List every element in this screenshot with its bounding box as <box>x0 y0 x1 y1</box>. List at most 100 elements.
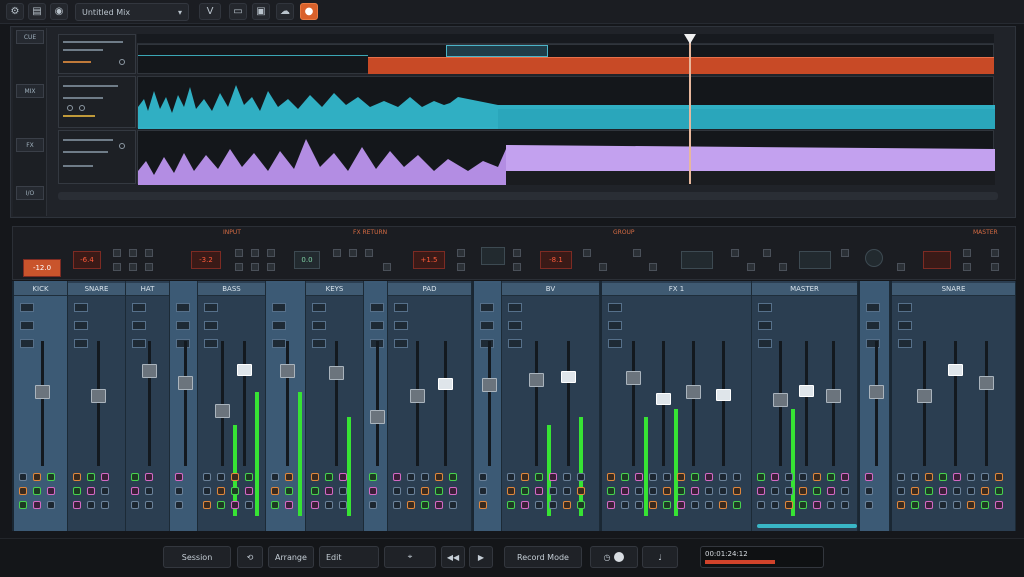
play-button[interactable]: ▶ <box>469 546 493 568</box>
channel-knob[interactable] <box>563 473 571 481</box>
channel-knob[interactable] <box>841 501 849 509</box>
channel-knob[interactable] <box>245 487 253 495</box>
channel-knob[interactable] <box>271 487 279 495</box>
fader-handle[interactable] <box>529 373 544 387</box>
fader-track[interactable] <box>954 341 957 466</box>
channel-knob[interactable] <box>47 487 55 495</box>
channel-button[interactable] <box>176 303 190 312</box>
track-lane[interactable] <box>137 44 994 74</box>
channel-button[interactable] <box>204 321 218 330</box>
channel-knob[interactable] <box>663 487 671 495</box>
channel-name[interactable]: PAD <box>388 283 471 296</box>
channel-knob[interactable] <box>19 501 27 509</box>
channel-knob[interactable] <box>911 487 919 495</box>
channel-knob[interactable] <box>87 501 95 509</box>
channel-knob[interactable] <box>479 487 487 495</box>
channel-knob[interactable] <box>691 487 699 495</box>
channel-knob[interactable] <box>521 473 529 481</box>
channel-knob[interactable] <box>925 501 933 509</box>
fader-handle[interactable] <box>869 385 884 399</box>
channel-knob[interactable] <box>73 487 81 495</box>
channel-knob[interactable] <box>145 473 153 481</box>
fader-handle[interactable] <box>329 366 344 380</box>
fader-track[interactable] <box>985 341 988 466</box>
channel-name[interactable]: KEYS <box>306 283 363 296</box>
channel-knob[interactable] <box>649 473 657 481</box>
channel-knob[interactable] <box>19 487 27 495</box>
fader-handle[interactable] <box>280 364 295 378</box>
fader-track[interactable] <box>335 341 338 466</box>
fader-track[interactable] <box>488 341 491 466</box>
fader-handle[interactable] <box>799 385 814 397</box>
channel-knob[interactable] <box>131 473 139 481</box>
channel-knob[interactable] <box>607 473 615 481</box>
channel-knob[interactable] <box>649 487 657 495</box>
channel-knob[interactable] <box>607 501 615 509</box>
channel-knob[interactable] <box>981 501 989 509</box>
fader-track[interactable] <box>923 341 926 466</box>
channel-knob[interactable] <box>621 501 629 509</box>
channel-knob[interactable] <box>733 473 741 481</box>
channel-knob[interactable] <box>435 473 443 481</box>
left-strip-button[interactable]: CUE <box>16 30 44 44</box>
knob-icon[interactable] <box>119 59 125 65</box>
channel-knob[interactable] <box>393 487 401 495</box>
channel-knob[interactable] <box>733 487 741 495</box>
channel-knob[interactable] <box>621 473 629 481</box>
fader-track[interactable] <box>632 341 635 466</box>
playhead-handle[interactable] <box>684 34 696 44</box>
channel-button[interactable] <box>608 303 622 312</box>
channel-knob[interactable] <box>449 473 457 481</box>
fader-handle[interactable] <box>948 364 963 376</box>
channel-knob[interactable] <box>339 473 347 481</box>
channel-knob[interactable] <box>995 487 1003 495</box>
record-mode-button[interactable]: Record Mode <box>504 546 582 568</box>
channel-knob[interactable] <box>231 487 239 495</box>
channel-knob[interactable] <box>865 473 873 481</box>
channel-knob[interactable] <box>535 501 543 509</box>
channel-button[interactable] <box>312 339 326 348</box>
fader-track[interactable] <box>41 341 44 466</box>
knob-icon[interactable] <box>67 105 73 111</box>
channel-button[interactable] <box>312 303 326 312</box>
arrange-button[interactable]: Arrange <box>268 546 314 568</box>
track-lane[interactable] <box>137 130 995 185</box>
channel-button[interactable] <box>898 321 912 330</box>
fader-handle[interactable] <box>686 385 701 399</box>
channel-knob[interactable] <box>339 487 347 495</box>
metronome-button[interactable]: ◷ <box>590 546 638 568</box>
channel-knob[interactable] <box>813 487 821 495</box>
channel-knob[interactable] <box>311 473 319 481</box>
channel-knob[interactable] <box>507 501 515 509</box>
channel-knob[interactable] <box>939 473 947 481</box>
channel-knob[interactable] <box>507 487 515 495</box>
channel-knob[interactable] <box>757 473 765 481</box>
tempo-button[interactable]: ♩ <box>642 546 678 568</box>
channel-knob[interactable] <box>799 501 807 509</box>
tool-button[interactable]: V <box>199 3 221 20</box>
channel-button[interactable] <box>608 339 622 348</box>
track-lane[interactable] <box>137 76 995 129</box>
track-header[interactable] <box>58 34 136 74</box>
channel-button[interactable] <box>74 303 88 312</box>
record-icon[interactable]: ◉ <box>50 3 68 20</box>
left-strip-button[interactable]: FX <box>16 138 44 152</box>
channel-knob[interactable] <box>421 501 429 509</box>
channel-knob[interactable] <box>897 487 905 495</box>
knob-icon[interactable] <box>79 105 85 111</box>
channel-knob[interactable] <box>827 473 835 481</box>
fader-track[interactable] <box>535 341 538 466</box>
channel-button[interactable] <box>132 303 146 312</box>
channel-knob[interactable] <box>705 473 713 481</box>
channel-knob[interactable] <box>621 487 629 495</box>
timecode-display[interactable]: 00:01:24:12 <box>700 546 824 568</box>
channel-knob[interactable] <box>897 501 905 509</box>
channel-knob[interactable] <box>719 473 727 481</box>
channel-knob[interactable] <box>325 473 333 481</box>
channel-name[interactable]: MASTER <box>752 283 857 296</box>
channel-name[interactable]: FX 1 <box>602 283 751 296</box>
channel-knob[interactable] <box>131 487 139 495</box>
channel-button[interactable] <box>508 321 522 330</box>
channel-knob[interactable] <box>421 487 429 495</box>
channel-button[interactable] <box>480 321 494 330</box>
